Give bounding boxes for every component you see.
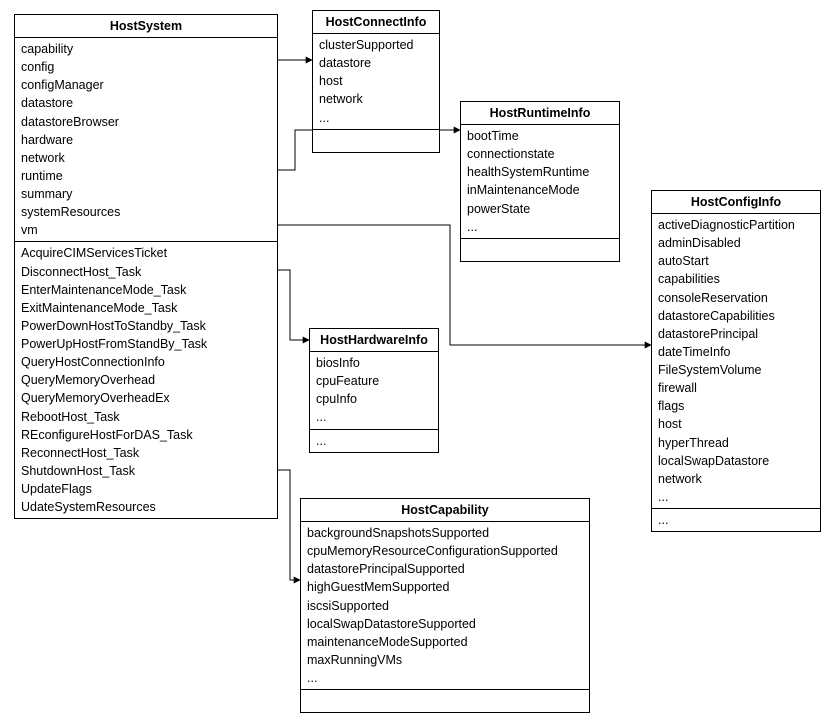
- class-member: ExitMaintenanceMode_Task: [21, 299, 271, 317]
- class-hostruntimeinfo: HostRuntimeInfo bootTimeconnectionstateh…: [460, 101, 620, 262]
- class-member: healthSystemRuntime: [467, 163, 613, 181]
- class-ops-section: ...: [652, 509, 820, 531]
- class-ops-section: AcquireCIMServicesTicketDisconnectHost_T…: [15, 242, 277, 518]
- class-ops-section: [301, 690, 589, 712]
- class-member: dateTimeInfo: [658, 343, 814, 361]
- class-member: firewall: [658, 379, 814, 397]
- class-member: FileSystemVolume: [658, 361, 814, 379]
- class-member: config: [21, 58, 271, 76]
- class-member: DisconnectHost_Task: [21, 263, 271, 281]
- class-member: capability: [21, 40, 271, 58]
- class-member: biosInfo: [316, 354, 432, 372]
- class-member: ...: [658, 488, 814, 506]
- class-member: runtime: [21, 167, 271, 185]
- class-member: [307, 692, 583, 710]
- class-member: [467, 241, 613, 259]
- class-member: cpuFeature: [316, 372, 432, 390]
- class-title: HostSystem: [15, 15, 277, 38]
- class-member: network: [21, 149, 271, 167]
- class-member: connectionstate: [467, 145, 613, 163]
- class-title: HostRuntimeInfo: [461, 102, 619, 125]
- class-title: HostCapability: [301, 499, 589, 522]
- class-member: AcquireCIMServicesTicket: [21, 244, 271, 262]
- class-member: localSwapDatastoreSupported: [307, 615, 583, 633]
- class-member: ...: [316, 432, 432, 450]
- class-member: maintenanceModeSupported: [307, 633, 583, 651]
- class-member: ...: [658, 511, 814, 529]
- class-member: PowerUpHostFromStandBy_Task: [21, 335, 271, 353]
- class-member: UpdateFlags: [21, 480, 271, 498]
- class-member: maxRunningVMs: [307, 651, 583, 669]
- class-member: network: [319, 90, 433, 108]
- class-member: REconfigureHostForDAS_Task: [21, 426, 271, 444]
- class-member: QueryHostConnectionInfo: [21, 353, 271, 371]
- class-member: network: [658, 470, 814, 488]
- class-member: PowerDownHostToStandby_Task: [21, 317, 271, 335]
- class-attrs-section: clusterSupporteddatastorehostnetwork...: [313, 34, 439, 130]
- class-hosthardwareinfo: HostHardwareInfo biosInfocpuFeaturecpuIn…: [309, 328, 439, 453]
- class-ops-section: [313, 130, 439, 152]
- class-ops-section: ...: [310, 430, 438, 452]
- class-member: capabilities: [658, 270, 814, 288]
- class-member: localSwapDatastore: [658, 452, 814, 470]
- class-member: [319, 132, 433, 150]
- class-member: datastore: [319, 54, 433, 72]
- class-member: QueryMemoryOverhead: [21, 371, 271, 389]
- class-member: summary: [21, 185, 271, 203]
- class-member: flags: [658, 397, 814, 415]
- class-member: vm: [21, 221, 271, 239]
- class-member: backgroundSnapshotsSupported: [307, 524, 583, 542]
- class-member: ...: [319, 109, 433, 127]
- class-member: UdateSystemResources: [21, 498, 271, 516]
- class-hostsystem: HostSystem capabilityconfigconfigManager…: [14, 14, 278, 519]
- class-hostconnectinfo: HostConnectInfo clusterSupporteddatastor…: [312, 10, 440, 153]
- class-member: systemResources: [21, 203, 271, 221]
- class-member: bootTime: [467, 127, 613, 145]
- class-member: powerState: [467, 200, 613, 218]
- class-member: EnterMaintenanceMode_Task: [21, 281, 271, 299]
- class-member: ...: [307, 669, 583, 687]
- class-member: clusterSupported: [319, 36, 433, 54]
- class-member: consoleReservation: [658, 289, 814, 307]
- class-member: hardware: [21, 131, 271, 149]
- class-ops-section: [461, 239, 619, 261]
- class-member: datastorePrincipalSupported: [307, 560, 583, 578]
- class-member: RebootHost_Task: [21, 408, 271, 426]
- class-member: iscsiSupported: [307, 597, 583, 615]
- class-member: datastorePrincipal: [658, 325, 814, 343]
- class-attrs-section: capabilityconfigconfigManagerdatastoreda…: [15, 38, 277, 242]
- class-member: host: [319, 72, 433, 90]
- class-member: cpuMemoryResourceConfigurationSupported: [307, 542, 583, 560]
- class-member: adminDisabled: [658, 234, 814, 252]
- class-member: datastore: [21, 94, 271, 112]
- class-member: hyperThread: [658, 434, 814, 452]
- class-member: activeDiagnosticPartition: [658, 216, 814, 234]
- class-member: inMaintenanceMode: [467, 181, 613, 199]
- class-attrs-section: activeDiagnosticPartitionadminDisabledau…: [652, 214, 820, 509]
- class-title: HostHardwareInfo: [310, 329, 438, 352]
- class-member: datastoreCapabilities: [658, 307, 814, 325]
- class-member: autoStart: [658, 252, 814, 270]
- class-title: HostConfigInfo: [652, 191, 820, 214]
- class-hostcapability: HostCapability backgroundSnapshotsSuppor…: [300, 498, 590, 713]
- class-member: host: [658, 415, 814, 433]
- class-attrs-section: backgroundSnapshotsSupportedcpuMemoryRes…: [301, 522, 589, 690]
- class-member: highGuestMemSupported: [307, 578, 583, 596]
- class-attrs-section: bootTimeconnectionstatehealthSystemRunti…: [461, 125, 619, 239]
- class-member: cpuInfo: [316, 390, 432, 408]
- class-hostconfiginfo: HostConfigInfo activeDiagnosticPartition…: [651, 190, 821, 532]
- class-member: ShutdownHost_Task: [21, 462, 271, 480]
- class-member: ...: [316, 408, 432, 426]
- class-member: datastoreBrowser: [21, 113, 271, 131]
- class-member: QueryMemoryOverheadEx: [21, 389, 271, 407]
- class-member: ReconnectHost_Task: [21, 444, 271, 462]
- class-member: ...: [467, 218, 613, 236]
- class-attrs-section: biosInfocpuFeaturecpuInfo...: [310, 352, 438, 430]
- class-title: HostConnectInfo: [313, 11, 439, 34]
- class-member: configManager: [21, 76, 271, 94]
